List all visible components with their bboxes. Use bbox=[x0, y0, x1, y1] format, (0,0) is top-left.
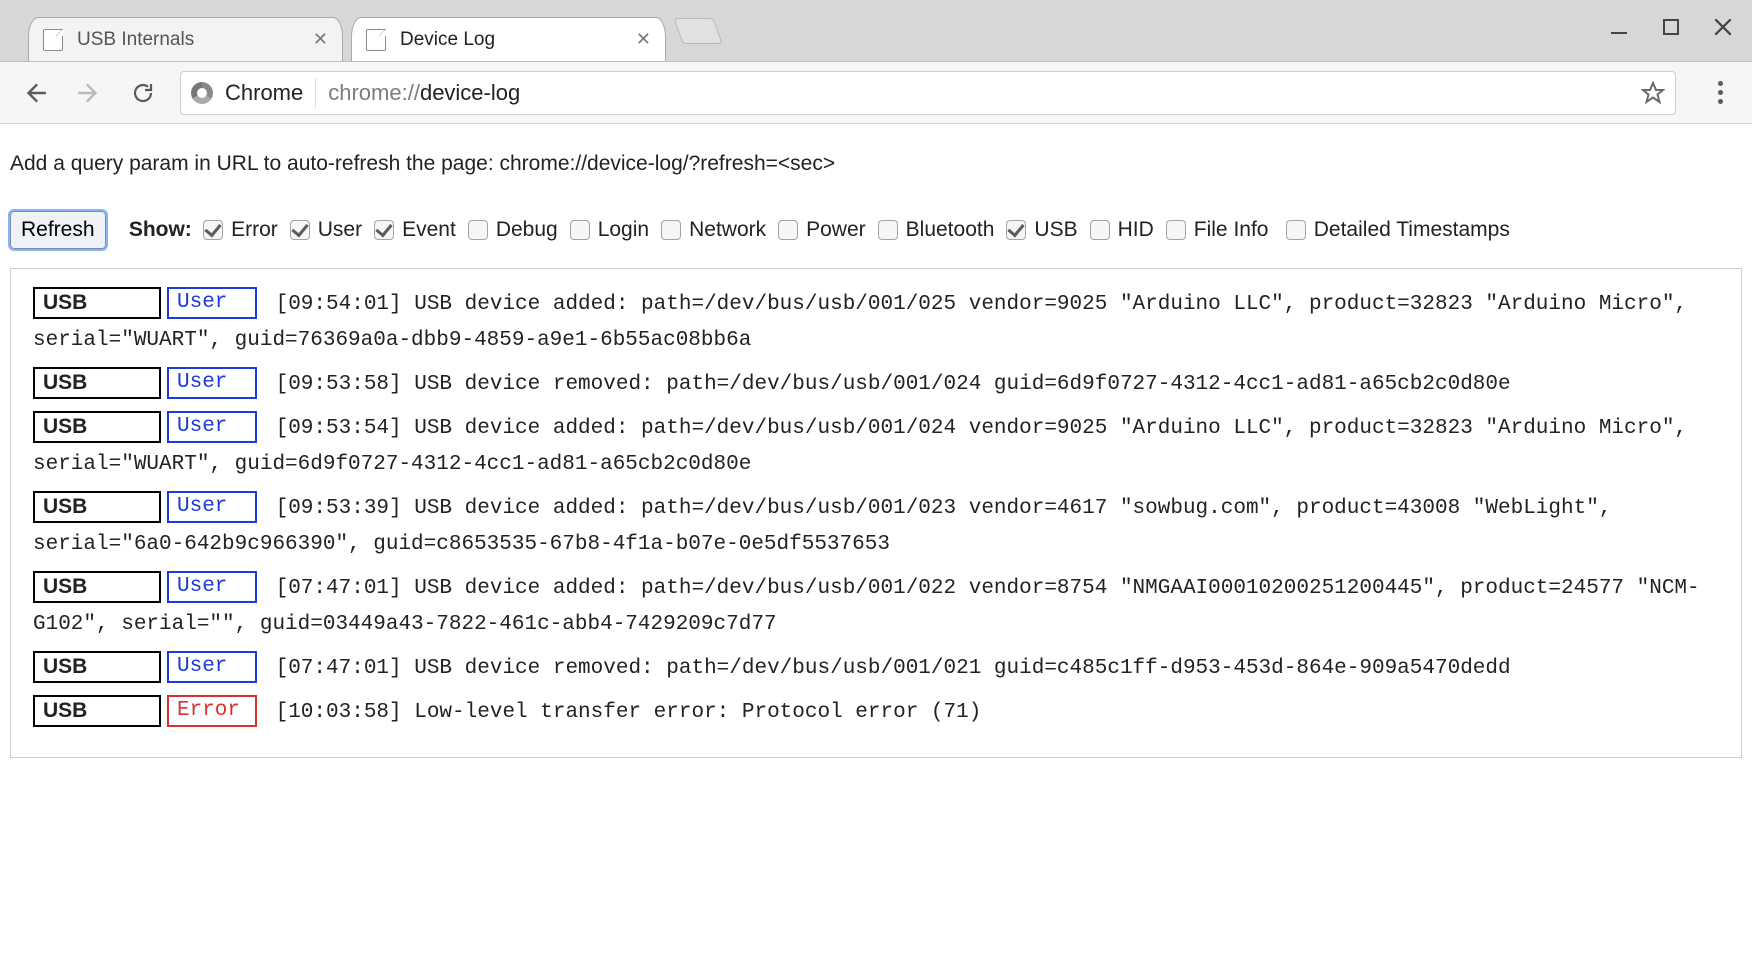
tab-usb-internals[interactable]: USB Internals ✕ bbox=[28, 17, 343, 61]
log-message: [09:53:54] USB device added: path=/dev/b… bbox=[33, 417, 1687, 476]
url-host: chrome:// bbox=[328, 80, 420, 105]
checkbox-icon bbox=[1006, 220, 1026, 240]
detailed-timestamps-checkbox[interactable]: Detailed Timestamps bbox=[1286, 210, 1510, 250]
reload-button[interactable] bbox=[126, 76, 160, 110]
log-entry: USBUser [09:53:39] USB device added: pat… bbox=[33, 491, 1719, 563]
page-icon bbox=[43, 29, 63, 51]
log-type-tag: USB bbox=[33, 491, 161, 523]
tab-strip: USB Internals ✕ Device Log ✕ bbox=[28, 9, 718, 61]
toolbar: Chrome chrome://device-log bbox=[0, 62, 1752, 124]
window-controls bbox=[1608, 16, 1734, 38]
close-icon[interactable]: ✕ bbox=[636, 29, 651, 50]
maximize-button[interactable] bbox=[1660, 16, 1682, 38]
address-bar[interactable]: Chrome chrome://device-log bbox=[180, 71, 1676, 115]
checkbox-icon bbox=[1286, 220, 1306, 240]
minimize-button[interactable] bbox=[1608, 16, 1630, 38]
chrome-icon bbox=[191, 82, 213, 104]
checkbox-icon bbox=[661, 220, 681, 240]
auto-refresh-hint: Add a query param in URL to auto-refresh… bbox=[10, 152, 1742, 176]
checkbox-icon bbox=[374, 220, 394, 240]
new-tab-button[interactable] bbox=[673, 18, 722, 44]
filter-network[interactable]: Network bbox=[661, 210, 766, 250]
log-level-tag: User bbox=[167, 411, 257, 443]
bookmark-star-icon[interactable] bbox=[1641, 81, 1665, 105]
checkbox-icon bbox=[570, 220, 590, 240]
divider bbox=[315, 78, 316, 108]
back-button[interactable] bbox=[18, 76, 52, 110]
close-icon[interactable]: ✕ bbox=[313, 29, 328, 50]
page-content: Add a query param in URL to auto-refresh… bbox=[0, 124, 1752, 778]
checkbox-label: Detailed Timestamps bbox=[1314, 210, 1510, 250]
checkbox-icon bbox=[468, 220, 488, 240]
checkbox-label: Event bbox=[402, 210, 456, 250]
checkbox-label: Network bbox=[689, 210, 766, 250]
checkbox-icon bbox=[778, 220, 798, 240]
filter-bluetooth[interactable]: Bluetooth bbox=[878, 210, 995, 250]
forward-button[interactable] bbox=[72, 76, 106, 110]
filter-file-info[interactable]: File Info bbox=[1166, 210, 1269, 250]
log-level-tag: User bbox=[167, 651, 257, 683]
url-path: device-log bbox=[420, 80, 520, 105]
log-level-tag: User bbox=[167, 491, 257, 523]
log-entry: USBError [10:03:58] Low-level transfer e… bbox=[33, 695, 1719, 731]
checkbox-label: HID bbox=[1118, 210, 1154, 250]
filter-error[interactable]: Error bbox=[203, 210, 278, 250]
filter-usb[interactable]: USB bbox=[1006, 210, 1077, 250]
log-entry: USBUser [09:54:01] USB device added: pat… bbox=[33, 287, 1719, 359]
log-message: [09:53:58] USB device removed: path=/dev… bbox=[263, 373, 1511, 396]
log-message: [09:54:01] USB device added: path=/dev/b… bbox=[33, 293, 1687, 352]
filter-login[interactable]: Login bbox=[570, 210, 649, 250]
checkbox-label: File Info bbox=[1194, 210, 1269, 250]
checkbox-label: Login bbox=[598, 210, 649, 250]
log-entry: USBUser [07:47:01] USB device added: pat… bbox=[33, 571, 1719, 643]
checkbox-icon bbox=[203, 220, 223, 240]
log-type-tag: USB bbox=[33, 695, 161, 727]
checkbox-icon bbox=[1166, 220, 1186, 240]
log-type-tag: USB bbox=[33, 287, 161, 319]
log-type-tag: USB bbox=[33, 411, 161, 443]
checkbox-label: Error bbox=[231, 210, 278, 250]
log-level-tag: Error bbox=[167, 695, 257, 727]
log-level-tag: User bbox=[167, 367, 257, 399]
filter-user[interactable]: User bbox=[290, 210, 362, 250]
checkbox-label: USB bbox=[1034, 210, 1077, 250]
log-level-tag: User bbox=[167, 287, 257, 319]
checkbox-label: Debug bbox=[496, 210, 558, 250]
log-message: [07:47:01] USB device removed: path=/dev… bbox=[263, 657, 1511, 680]
log-container: USBUser [09:54:01] USB device added: pat… bbox=[10, 268, 1742, 758]
filter-hid[interactable]: HID bbox=[1090, 210, 1154, 250]
page-icon bbox=[366, 29, 386, 51]
tab-strip-area: USB Internals ✕ Device Log ✕ bbox=[0, 0, 1752, 62]
controls-row: Refresh Show: Error User Event Debug Login Ne… bbox=[10, 210, 1742, 250]
refresh-button[interactable]: Refresh bbox=[10, 211, 106, 249]
log-type-tag: USB bbox=[33, 367, 161, 399]
log-message: [09:53:39] USB device added: path=/dev/b… bbox=[33, 497, 1611, 556]
log-type-tag: USB bbox=[33, 651, 161, 683]
filter-debug[interactable]: Debug bbox=[468, 210, 558, 250]
log-message: [07:47:01] USB device added: path=/dev/b… bbox=[33, 577, 1700, 636]
tab-device-log[interactable]: Device Log ✕ bbox=[351, 17, 666, 61]
url-scheme-label: Chrome bbox=[225, 80, 303, 106]
log-level-tag: User bbox=[167, 571, 257, 603]
log-entry: USBUser [09:53:58] USB device removed: p… bbox=[33, 367, 1719, 403]
checkbox-label: Power bbox=[806, 210, 866, 250]
filter-power[interactable]: Power bbox=[778, 210, 866, 250]
filter-event[interactable]: Event bbox=[374, 210, 456, 250]
log-type-tag: USB bbox=[33, 571, 161, 603]
log-entry: USBUser [07:47:01] USB device removed: p… bbox=[33, 651, 1719, 687]
checkbox-icon bbox=[290, 220, 310, 240]
tab-title: Device Log bbox=[400, 29, 636, 51]
menu-button[interactable] bbox=[1706, 81, 1734, 104]
checkbox-icon bbox=[1090, 220, 1110, 240]
close-window-button[interactable] bbox=[1712, 16, 1734, 38]
show-label: Show: bbox=[129, 218, 192, 241]
checkbox-label: Bluetooth bbox=[906, 210, 995, 250]
checkbox-icon bbox=[878, 220, 898, 240]
log-message: [10:03:58] Low-level transfer error: Pro… bbox=[263, 701, 981, 724]
checkbox-label: User bbox=[318, 210, 362, 250]
log-entry: USBUser [09:53:54] USB device added: pat… bbox=[33, 411, 1719, 483]
tab-title: USB Internals bbox=[77, 29, 313, 51]
